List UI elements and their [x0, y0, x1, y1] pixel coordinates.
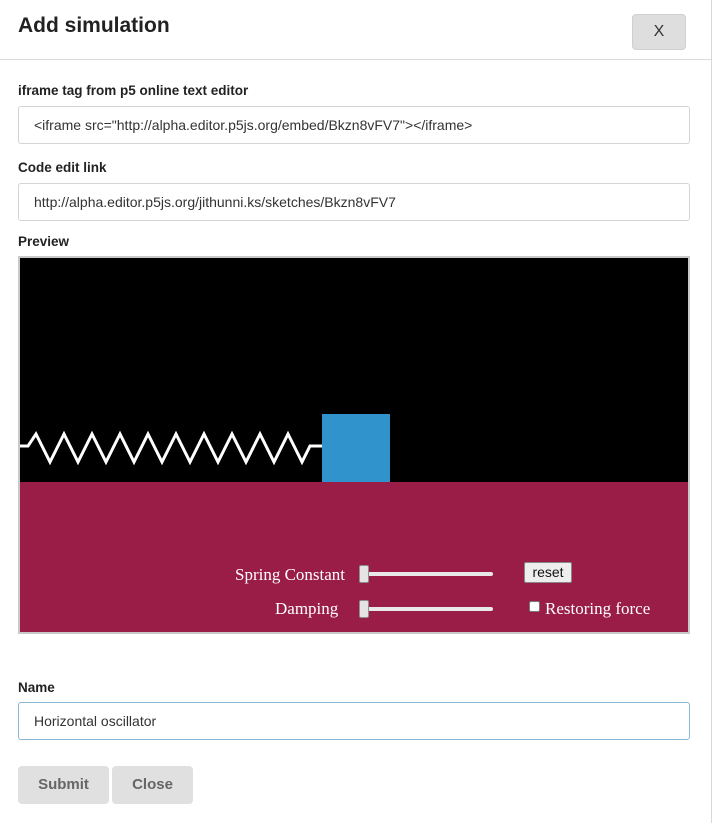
- damping-slider[interactable]: [362, 607, 493, 611]
- submit-button[interactable]: Submit: [18, 766, 109, 804]
- damping-label: Damping: [275, 599, 339, 618]
- oscillator-block: [322, 414, 390, 482]
- close-button[interactable]: Close: [112, 766, 193, 804]
- restoring-force-label: Restoring force: [545, 599, 651, 618]
- name-input[interactable]: Horizontal oscillator: [18, 702, 690, 740]
- spring: [20, 430, 322, 466]
- modal-header: Add simulation X: [0, 0, 711, 60]
- simulation-preview: Spring Constant reset Damping Restoring …: [18, 256, 690, 634]
- spring-constant-slider[interactable]: [362, 572, 493, 576]
- spring-constant-label: Spring Constant: [235, 565, 346, 584]
- spring-mass-drawing: [20, 414, 390, 482]
- preview-label: Preview: [18, 234, 70, 249]
- code-link-label: Code edit link: [18, 160, 107, 175]
- spring-constant-slider-thumb[interactable]: [359, 565, 369, 583]
- code-link-input[interactable]: http://alpha.editor.p5js.org/jithunni.ks…: [18, 183, 690, 221]
- iframe-input[interactable]: <iframe src="http://alpha.editor.p5js.or…: [18, 106, 690, 144]
- name-label: Name: [18, 680, 55, 695]
- damping-slider-thumb[interactable]: [359, 600, 369, 618]
- iframe-label: iframe tag from p5 online text editor: [18, 83, 249, 98]
- modal-title: Add simulation: [18, 14, 170, 37]
- controls-panel: Spring Constant reset Damping Restoring …: [20, 482, 688, 632]
- close-x-button[interactable]: X: [632, 14, 686, 50]
- reset-button[interactable]: reset: [524, 562, 572, 583]
- add-simulation-modal: Add simulation X iframe tag from p5 onli…: [0, 0, 712, 823]
- restoring-force-checkbox[interactable]: [529, 601, 540, 612]
- simulation-canvas: [20, 258, 688, 482]
